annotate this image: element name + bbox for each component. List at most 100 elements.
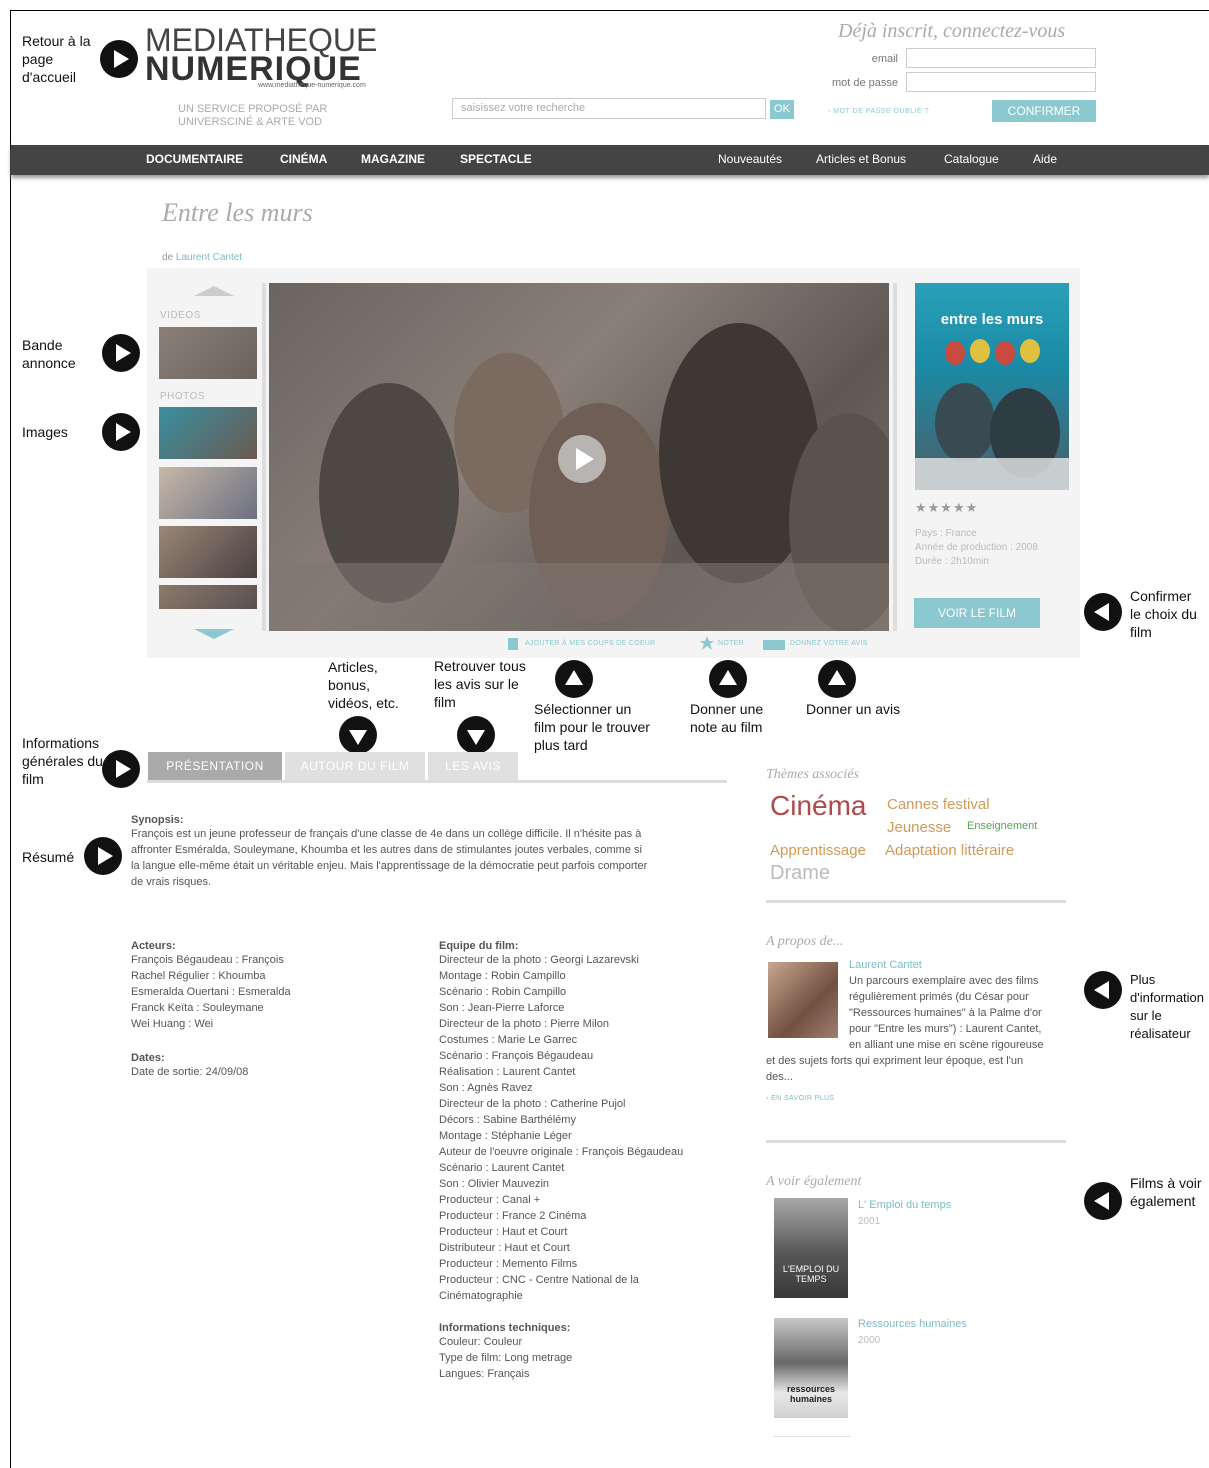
forgot-password-link[interactable]: › MOT DE PASSE OUBLIÉ ? [828, 108, 929, 115]
film-country: Pays : France [915, 528, 977, 539]
arrow-up-icon [709, 660, 747, 698]
director-name-link[interactable]: Laurent Cantet [849, 959, 922, 971]
film-title-link[interactable]: Ressources humaines [858, 1318, 967, 1330]
film-title-link[interactable]: L' Emploi du temps [858, 1199, 951, 1211]
email-label: email [871, 53, 898, 65]
photos-label: PHOTOS [160, 391, 206, 402]
read-more-link[interactable]: › EN SAVOIR PLUS [766, 1095, 835, 1102]
crew-line: Directeur de la photo : Georgi Lazarevsk… [439, 954, 639, 966]
nav-nouveautes[interactable]: Nouveautés [718, 152, 782, 166]
crew-line: Son : Agnès Ravez [439, 1082, 533, 1094]
nav-documentaire[interactable]: DOCUMENTAIRE [146, 152, 243, 166]
annotation-films-also: Films à voir également [1130, 1175, 1202, 1209]
tab-presentation[interactable]: PRÉSENTATION [148, 752, 282, 780]
tab-underline [147, 780, 727, 783]
crew-section: Equipe du film: Directeur de la photo : … [439, 940, 739, 1382]
tech-line: Type de film: Long metrage [439, 1352, 573, 1364]
annotation-more-director: Plus d'information sur le réalisateur [1130, 972, 1205, 1041]
arrow-right-icon [102, 334, 140, 372]
password-field[interactable] [906, 72, 1096, 92]
tagline-line1: UN SERVICE PROPOSÉ PAR [178, 103, 328, 115]
photo-thumbnail[interactable] [159, 526, 257, 578]
password-label: mot de passe [831, 77, 898, 89]
comment-icon [763, 640, 785, 650]
crew-line: Producteur : Haut et Court [439, 1226, 568, 1238]
bio-line: régulièrement primés (du César pour [849, 991, 1029, 1003]
about-heading: A propos de... [766, 934, 844, 949]
nav-articles-bonus[interactable]: Articles et Bonus [816, 152, 906, 166]
photo-thumbnail[interactable] [159, 467, 257, 519]
tag-adaptation[interactable]: Adaptation littéraire [885, 842, 1014, 859]
actor-line: François Bégaudeau : François [131, 954, 284, 966]
nav-spectacle[interactable]: SPECTACLE [460, 152, 532, 166]
tech-line: Langues: Français [439, 1368, 530, 1380]
scroll-down-icon[interactable] [194, 627, 234, 645]
logo-line2[interactable]: NUMERIQUE [145, 52, 362, 86]
tab-autour-du-film[interactable]: AUTOUR DU FILM [285, 752, 425, 780]
star-icon [700, 636, 714, 655]
photo-thumbnail[interactable] [159, 585, 257, 609]
crew-line: Producteur : Canal + [439, 1194, 541, 1206]
tag-drame[interactable]: Drame [770, 862, 830, 885]
synopsis: Synopsis: François est un jeune professe… [131, 814, 721, 890]
give-review-link[interactable]: DONNEZ VOTRE AVIS [790, 640, 868, 647]
email-field[interactable] [906, 48, 1096, 68]
video-thumbnail[interactable] [159, 327, 257, 379]
logo-url: www.mediatheque-numerique.com [258, 82, 366, 89]
tag-jeunesse[interactable]: Jeunesse [887, 819, 951, 836]
bio-line: et des sujets forts qui expriment leur é… [766, 1055, 1024, 1067]
crew-line: Directeur de la photo : Catherine Pujol [439, 1098, 626, 1110]
film-poster-ressources[interactable]: ressources humaines [774, 1318, 848, 1418]
rate-link[interactable]: NOTER [718, 640, 744, 647]
bio-line: en alliant une mise en scène rigoureuse [849, 1039, 1044, 1051]
synopsis-line: de vrais risques. [131, 876, 212, 888]
annotation-reviews: Retrouver tous les avis sur le film [434, 658, 526, 710]
tag-apprentissage[interactable]: Apprentissage [770, 842, 866, 859]
director-photo [768, 962, 838, 1038]
actors-section: Acteurs: François Bégaudeau : François R… [131, 940, 391, 1080]
poster-text: L'EMPLOI DU TEMPS [782, 1264, 840, 1284]
nav-aide[interactable]: Aide [1033, 152, 1057, 166]
synopsis-line: François est un jeune professeur de fran… [131, 828, 642, 840]
arrow-left-icon [1084, 593, 1122, 631]
crew-line: Montage : Stéphanie Léger [439, 1130, 572, 1142]
crew-line: Producteur : CNC - Centre National de la [439, 1274, 639, 1286]
film-year: 2000 [858, 1335, 881, 1346]
watch-film-button[interactable]: VOIR LE FILM [914, 598, 1040, 628]
tag-enseignement[interactable]: Enseignement [967, 820, 1037, 832]
by-label: de [162, 252, 174, 263]
also-heading: A voir également [766, 1174, 862, 1189]
release-date: Date de sortie: 24/09/08 [131, 1066, 249, 1078]
nav-cinema[interactable]: CINÉMA [280, 152, 327, 166]
crew-line: Scénario : François Bégaudeau [439, 1050, 594, 1062]
arrow-up-icon [555, 660, 593, 698]
videos-label: VIDEOS [160, 310, 201, 321]
search-button[interactable]: OK [770, 100, 794, 119]
bio-line: "Ressources humaines" à la Palme d'or [849, 1007, 1042, 1019]
nav-magazine[interactable]: MAGAZINE [361, 152, 425, 166]
nav-catalogue[interactable]: Catalogue [944, 152, 999, 166]
annotation-general-info: Informations générales du film [22, 735, 103, 787]
add-favorites-link[interactable]: AJOUTER À MES COUPS DE COEUR [525, 640, 656, 647]
tag-cannes[interactable]: Cannes festival [887, 796, 990, 813]
play-button[interactable] [558, 435, 606, 483]
annotation-confirm-choice: Confirmer le choix du film [1130, 588, 1197, 640]
tag-cinema[interactable]: Cinéma [770, 790, 866, 822]
director-bio-cont: et des sujets forts qui expriment leur é… [766, 1053, 1068, 1085]
divider [893, 283, 897, 631]
confirm-button[interactable]: CONFIRMER [992, 100, 1096, 122]
photo-thumbnail[interactable] [159, 407, 257, 459]
annotation-articles: Articles, bonus, vidéos, etc. [328, 659, 399, 711]
film-poster-emploi[interactable]: L'EMPLOI DU TEMPS [774, 1198, 848, 1298]
director-link[interactable]: Laurent Cantet [176, 252, 242, 263]
actors-heading: Acteurs: [131, 940, 176, 952]
scroll-up-icon[interactable] [194, 284, 234, 302]
separator [766, 900, 1066, 903]
director-bio: Un parcours exemplaire avec des films ré… [849, 973, 1067, 1053]
synopsis-line: affronter Esméralda, Souleymane, Khoumba… [131, 844, 642, 856]
search-input[interactable]: saisissez votre recherche [452, 98, 766, 119]
arrow-left-icon [1084, 1182, 1122, 1220]
tab-les-avis[interactable]: LES AVIS [428, 752, 518, 780]
crew-line: Producteur : Memento Films [439, 1258, 578, 1270]
separator [766, 1140, 1066, 1143]
